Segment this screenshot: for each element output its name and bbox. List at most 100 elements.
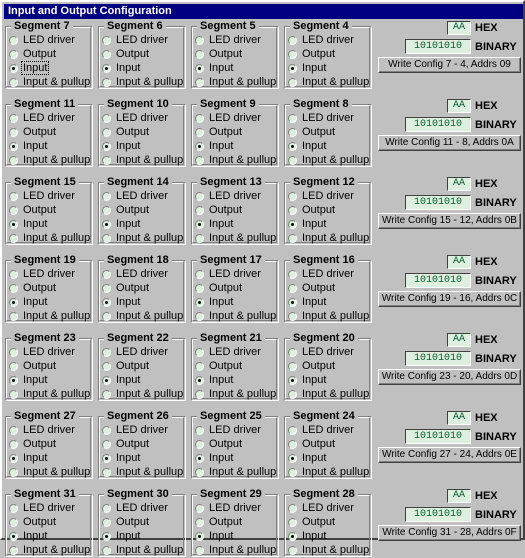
radio-option-input[interactable]: Input bbox=[195, 374, 276, 387]
radio-button-icon[interactable] bbox=[102, 298, 111, 307]
radio-button-icon[interactable] bbox=[102, 114, 111, 123]
radio-option-led-driver[interactable]: LED driver bbox=[9, 424, 90, 437]
radio-button-icon[interactable] bbox=[9, 312, 18, 321]
radio-option-input[interactable]: Input bbox=[288, 374, 369, 387]
radio-button-icon[interactable] bbox=[9, 468, 18, 477]
radio-option-input-pullup[interactable]: Input & pullup bbox=[9, 388, 90, 401]
radio-option-led-driver[interactable]: LED driver bbox=[9, 190, 90, 203]
radio-option-input[interactable]: Input bbox=[9, 218, 90, 231]
radio-button-icon[interactable] bbox=[288, 114, 297, 123]
radio-button-icon[interactable] bbox=[288, 312, 297, 321]
radio-option-output[interactable]: Output bbox=[288, 48, 369, 61]
hex-value-field[interactable]: AA bbox=[447, 21, 471, 35]
radio-button-icon[interactable] bbox=[288, 36, 297, 45]
radio-button-icon[interactable] bbox=[288, 192, 297, 201]
hex-value-field[interactable]: AA bbox=[447, 99, 471, 113]
radio-button-icon[interactable] bbox=[195, 50, 204, 59]
radio-option-output[interactable]: Output bbox=[288, 204, 369, 217]
radio-option-input[interactable]: Input bbox=[102, 374, 183, 387]
radio-button-icon[interactable] bbox=[195, 376, 204, 385]
radio-option-output[interactable]: Output bbox=[102, 516, 183, 529]
radio-option-led-driver[interactable]: LED driver bbox=[102, 112, 183, 125]
radio-option-input[interactable]: Input bbox=[288, 140, 369, 153]
radio-button-icon[interactable] bbox=[288, 468, 297, 477]
radio-option-input-pullup[interactable]: Input & pullup bbox=[102, 388, 183, 401]
radio-option-led-driver[interactable]: LED driver bbox=[195, 502, 276, 515]
radio-option-input[interactable]: Input bbox=[102, 530, 183, 543]
radio-button-icon[interactable] bbox=[288, 78, 297, 87]
radio-option-output[interactable]: Output bbox=[9, 438, 90, 451]
radio-button-icon[interactable] bbox=[288, 440, 297, 449]
radio-option-led-driver[interactable]: LED driver bbox=[9, 346, 90, 359]
write-config-button-4[interactable]: Write Config 23 - 20, Addrs 0D bbox=[378, 369, 521, 385]
radio-button-icon[interactable] bbox=[9, 426, 18, 435]
radio-button-icon[interactable] bbox=[102, 64, 111, 73]
radio-option-led-driver[interactable]: LED driver bbox=[288, 502, 369, 515]
write-config-button-3[interactable]: Write Config 19 - 16, Addrs 0C bbox=[378, 291, 521, 307]
radio-button-icon[interactable] bbox=[288, 298, 297, 307]
radio-button-icon[interactable] bbox=[9, 454, 18, 463]
radio-option-input[interactable]: Input bbox=[9, 452, 90, 465]
radio-button-icon[interactable] bbox=[102, 376, 111, 385]
radio-button-icon[interactable] bbox=[9, 362, 18, 371]
radio-option-output[interactable]: Output bbox=[288, 282, 369, 295]
radio-button-icon[interactable] bbox=[102, 50, 111, 59]
radio-button-icon[interactable] bbox=[288, 362, 297, 371]
radio-button-icon[interactable] bbox=[288, 426, 297, 435]
radio-option-input[interactable]: Input bbox=[9, 296, 90, 309]
radio-button-icon[interactable] bbox=[288, 50, 297, 59]
radio-option-output[interactable]: Output bbox=[195, 438, 276, 451]
radio-option-input[interactable]: Input bbox=[195, 140, 276, 153]
radio-option-input-pullup[interactable]: Input & pullup bbox=[288, 544, 369, 557]
radio-button-icon[interactable] bbox=[102, 36, 111, 45]
radio-button-icon[interactable] bbox=[288, 206, 297, 215]
radio-option-led-driver[interactable]: LED driver bbox=[9, 502, 90, 515]
radio-button-icon[interactable] bbox=[9, 220, 18, 229]
radio-button-icon[interactable] bbox=[195, 36, 204, 45]
radio-button-icon[interactable] bbox=[102, 192, 111, 201]
radio-button-icon[interactable] bbox=[102, 504, 111, 513]
radio-option-output[interactable]: Output bbox=[288, 516, 369, 529]
radio-option-output[interactable]: Output bbox=[102, 48, 183, 61]
radio-button-icon[interactable] bbox=[102, 390, 111, 399]
binary-value-field[interactable]: 10101010 bbox=[405, 117, 471, 132]
radio-option-input-pullup[interactable]: Input & pullup bbox=[9, 466, 90, 479]
radio-option-input-pullup[interactable]: Input & pullup bbox=[288, 388, 369, 401]
radio-button-icon[interactable] bbox=[102, 78, 111, 87]
radio-option-output[interactable]: Output bbox=[102, 360, 183, 373]
radio-option-input[interactable]: Input bbox=[102, 62, 183, 75]
radio-option-led-driver[interactable]: LED driver bbox=[102, 34, 183, 47]
radio-button-icon[interactable] bbox=[9, 440, 18, 449]
binary-value-field[interactable]: 10101010 bbox=[405, 39, 471, 54]
radio-button-icon[interactable] bbox=[288, 64, 297, 73]
radio-button-icon[interactable] bbox=[288, 390, 297, 399]
radio-button-icon[interactable] bbox=[102, 312, 111, 321]
radio-option-input[interactable]: Input bbox=[102, 218, 183, 231]
radio-option-led-driver[interactable]: LED driver bbox=[288, 268, 369, 281]
radio-option-output[interactable]: Output bbox=[102, 438, 183, 451]
radio-option-output[interactable]: Output bbox=[9, 516, 90, 529]
radio-button-icon[interactable] bbox=[9, 270, 18, 279]
radio-option-input[interactable]: Input bbox=[195, 530, 276, 543]
radio-button-icon[interactable] bbox=[195, 362, 204, 371]
radio-option-input[interactable]: Input bbox=[9, 61, 90, 75]
radio-option-led-driver[interactable]: LED driver bbox=[288, 34, 369, 47]
radio-option-output[interactable]: Output bbox=[9, 126, 90, 139]
radio-button-icon[interactable] bbox=[195, 156, 204, 165]
radio-button-icon[interactable] bbox=[195, 298, 204, 307]
radio-button-icon[interactable] bbox=[9, 192, 18, 201]
radio-option-output[interactable]: Output bbox=[195, 48, 276, 61]
radio-option-input[interactable]: Input bbox=[288, 530, 369, 543]
radio-option-led-driver[interactable]: LED driver bbox=[195, 346, 276, 359]
radio-option-output[interactable]: Output bbox=[288, 438, 369, 451]
hex-value-field[interactable]: AA bbox=[447, 255, 471, 269]
radio-option-input-pullup[interactable]: Input & pullup bbox=[288, 232, 369, 245]
radio-button-icon[interactable] bbox=[102, 234, 111, 243]
radio-button-icon[interactable] bbox=[9, 298, 18, 307]
radio-button-icon[interactable] bbox=[195, 78, 204, 87]
radio-option-output[interactable]: Output bbox=[102, 282, 183, 295]
radio-option-led-driver[interactable]: LED driver bbox=[102, 502, 183, 515]
radio-button-icon[interactable] bbox=[288, 518, 297, 527]
radio-button-icon[interactable] bbox=[9, 390, 18, 399]
write-config-button-1[interactable]: Write Config 11 - 8, Addrs 0A bbox=[378, 135, 521, 151]
